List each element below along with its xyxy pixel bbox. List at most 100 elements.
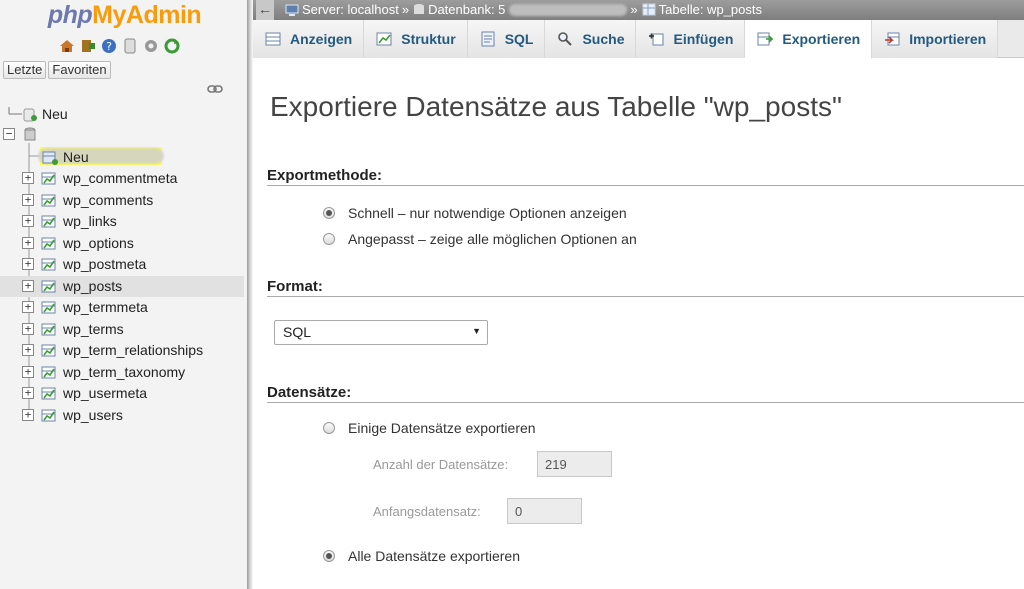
favorites-button[interactable]: Favoriten xyxy=(48,61,111,79)
tree-item-table[interactable]: + wp_links xyxy=(0,211,244,232)
tree-item-table[interactable]: + wp_options xyxy=(0,233,244,254)
table-icon[interactable] xyxy=(41,214,57,229)
table-name-label: wp_term_taxonomy xyxy=(63,363,186,380)
tree-item-table[interactable]: + wp_term_relationships xyxy=(0,340,244,361)
table-name-label: wp_options xyxy=(63,234,134,251)
tree-item-table[interactable]: + wp_users xyxy=(0,405,244,426)
expand-icon[interactable]: + xyxy=(22,215,34,227)
expand-icon[interactable]: + xyxy=(22,301,34,313)
home-icon[interactable] xyxy=(58,37,76,55)
radio-quick-export[interactable]: Schnell – nur notwendige Optionen anzeig… xyxy=(323,205,627,221)
radio-custom-export[interactable]: Angepasst – zeige alle möglichen Optione… xyxy=(323,231,637,247)
tab-struktur[interactable]: Struktur xyxy=(364,20,468,58)
start-row-input[interactable]: 0 xyxy=(507,498,582,524)
back-arrow-icon[interactable]: ← xyxy=(256,0,274,20)
tab-label: Importieren xyxy=(909,31,987,47)
table-name-label: wp_usermeta xyxy=(63,385,148,401)
tab-sql[interactable]: SQL xyxy=(467,20,546,58)
breadcrumb-separator: » xyxy=(630,2,638,17)
tree-item-table[interactable]: + wp_termmeta xyxy=(0,297,244,318)
radio-button[interactable] xyxy=(323,550,335,562)
link-icon[interactable] xyxy=(207,85,223,94)
expand-icon[interactable]: + xyxy=(22,236,34,249)
expand-icon[interactable]: + xyxy=(22,365,34,378)
breadcrumb-table[interactable]: Tabelle: wp_posts xyxy=(642,0,762,19)
tab-anzeigen[interactable]: Anzeigen xyxy=(253,20,365,58)
table-icon[interactable] xyxy=(41,193,57,208)
tree-item-table[interactable]: + wp_postmeta xyxy=(0,254,244,275)
expand-icon[interactable]: + xyxy=(22,258,34,270)
table-icon[interactable] xyxy=(41,365,57,380)
radio-button[interactable] xyxy=(323,422,335,434)
table-name-label: wp_users xyxy=(63,406,123,423)
browse-icon xyxy=(265,32,281,46)
export-icon xyxy=(757,32,774,46)
tab-importieren[interactable]: Importieren xyxy=(872,20,999,58)
breadcrumb-database[interactable]: Datenbank: 5 xyxy=(413,0,628,19)
expand-icon[interactable]: + xyxy=(22,279,34,292)
table-name-label: wp_commentmeta xyxy=(63,170,178,186)
tab-einf-gen[interactable]: Einfügen xyxy=(636,20,746,58)
new-database-icon xyxy=(23,108,37,122)
tab-label: Suche xyxy=(582,31,625,47)
table-icon[interactable] xyxy=(41,171,57,186)
breadcrumb-server[interactable]: Server: localhost xyxy=(285,0,399,19)
row-count-input[interactable]: 219 xyxy=(537,451,612,477)
dropdown-arrow-icon: ▼ xyxy=(472,326,481,336)
phpmyadmin-logo[interactable]: phpMyAdmin xyxy=(0,0,247,30)
tree-item-table[interactable]: + wp_terms xyxy=(0,319,244,340)
tree-item-table[interactable]: + wp_posts xyxy=(0,275,244,297)
tree-item-table[interactable]: + wp_comments xyxy=(0,190,244,211)
reload-icon[interactable] xyxy=(163,37,181,55)
quick-icons: ? xyxy=(58,37,181,55)
table-icon[interactable] xyxy=(41,279,57,294)
table-icon[interactable] xyxy=(41,408,57,423)
radio-button[interactable] xyxy=(323,207,335,219)
expand-icon[interactable]: + xyxy=(22,408,34,421)
rows-heading: Datensätze: xyxy=(267,384,1024,403)
expand-icon[interactable]: + xyxy=(22,387,34,399)
table-icon[interactable] xyxy=(41,257,57,272)
sql-icon xyxy=(481,31,495,47)
tab-bar: Anzeigen Struktur SQL Suche Einfügen Exportie… xyxy=(253,20,1024,59)
table-name-label: wp_postmeta xyxy=(63,256,147,272)
radio-all-rows[interactable]: Alle Datensätze exportieren xyxy=(323,548,520,564)
tree-item-new-table[interactable]: Neu xyxy=(0,147,244,168)
recent-button[interactable]: Letzte xyxy=(3,61,47,79)
tree-item-table[interactable]: + wp_term_taxonomy xyxy=(0,362,244,383)
docs-icon[interactable] xyxy=(121,37,139,55)
table-icon[interactable] xyxy=(41,322,57,337)
tree-item-table[interactable]: + wp_commentmeta xyxy=(0,168,244,189)
tree-item-new-database[interactable]: Neu xyxy=(0,104,244,125)
help-icon[interactable]: ? xyxy=(100,37,118,55)
tab-suche[interactable]: Suche xyxy=(545,20,637,58)
table-name-label: wp_termmeta xyxy=(63,299,148,315)
table-icon[interactable] xyxy=(41,300,57,315)
collapse-icon[interactable]: − xyxy=(3,128,15,140)
new-table-icon xyxy=(42,151,58,165)
radio-some-rows[interactable]: Einige Datensätze exportieren xyxy=(323,420,536,436)
table-icon[interactable] xyxy=(41,386,57,401)
radio-button[interactable] xyxy=(323,233,335,245)
navigation-sidebar: phpMyAdmin ? Letzte Favoriten Neu − Neu … xyxy=(0,0,247,589)
export-panel: Exportiere Datensätze aus Tabelle "wp_po… xyxy=(253,58,1024,589)
table-icon[interactable] xyxy=(41,343,57,358)
tab-label: Einfügen xyxy=(673,31,734,47)
tree-item-table[interactable]: + wp_usermeta xyxy=(0,383,244,404)
tab-exportieren[interactable]: Exportieren xyxy=(745,20,873,59)
table-icon[interactable] xyxy=(41,236,57,251)
settings-icon[interactable] xyxy=(142,37,160,55)
breadcrumb: Server: localhost » Datenbank: 5 » Tabel… xyxy=(285,0,762,19)
database-icon xyxy=(24,127,36,141)
tab-label: Anzeigen xyxy=(290,31,353,47)
expand-icon[interactable]: + xyxy=(22,193,34,206)
export-method-heading: Exportmethode: xyxy=(267,167,1024,186)
expand-icon[interactable]: + xyxy=(22,172,34,184)
expand-icon[interactable]: + xyxy=(22,322,34,335)
tree-item-database[interactable]: − xyxy=(0,124,244,165)
exit-icon[interactable] xyxy=(79,37,97,55)
table-name-label: wp_posts xyxy=(63,277,123,294)
expand-icon[interactable]: + xyxy=(22,344,34,356)
database-icon xyxy=(414,4,425,14)
format-select[interactable]: SQL ▼ xyxy=(274,320,488,345)
